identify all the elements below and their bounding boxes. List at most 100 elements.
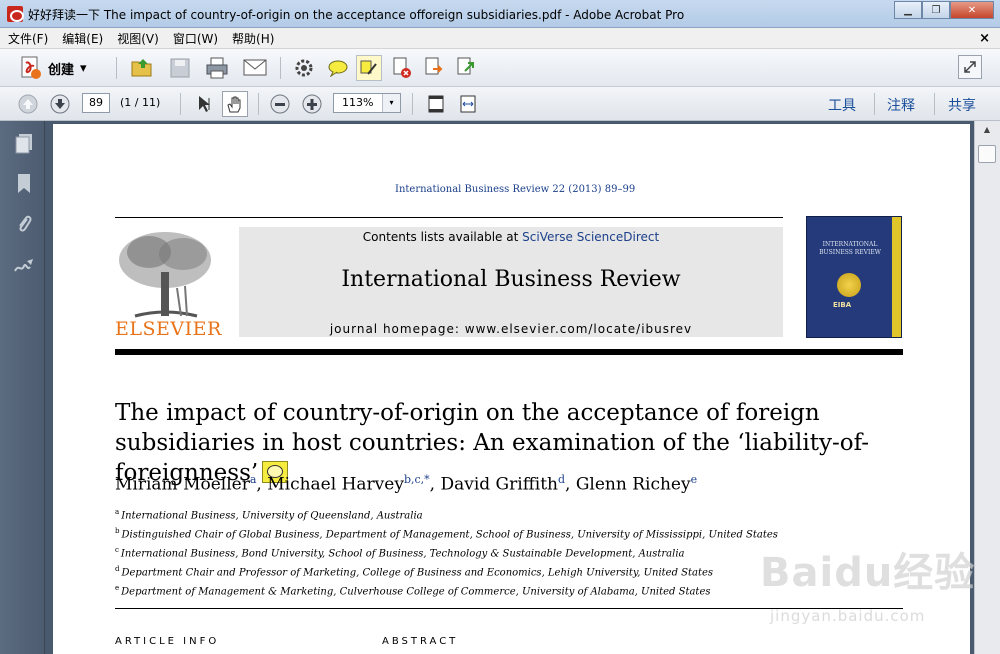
article-info-heading: ARTICLE INFO — [115, 636, 220, 647]
affiliation-text: International Business, University of Qu… — [121, 510, 423, 522]
menu-bar: 文件(F) 编辑(E) 视图(V) 窗口(W) 帮助(H) × — [0, 28, 1000, 49]
chevron-down-icon: ▾ — [80, 60, 87, 76]
zoom-out-icon[interactable] — [268, 92, 292, 116]
toolbar-divider — [116, 57, 117, 79]
open-folder-icon[interactable] — [130, 55, 156, 81]
gear-icon[interactable] — [292, 57, 316, 79]
elsevier-tree-logo — [119, 232, 211, 318]
zoom-select[interactable]: 113% ▾ — [333, 93, 401, 113]
chevron-down-icon[interactable]: ▾ — [382, 94, 400, 112]
attachments-icon[interactable] — [12, 211, 36, 237]
author-separator: , — [256, 474, 268, 495]
menu-window[interactable]: 窗口(W) — [173, 30, 218, 47]
author-name: Miriam Moeller — [115, 474, 250, 495]
elsevier-wordmark: ELSEVIER — [115, 318, 222, 340]
author-list: Miriam Moellera, Michael Harveyb,c,*, Da… — [115, 473, 915, 495]
journal-cover-image: INTERNATIONAL BUSINESS REVIEW EIBA — [806, 216, 902, 338]
masthead-rule — [115, 349, 903, 355]
create-button[interactable]: 创建 ▾ — [20, 56, 87, 80]
contents-prefix: Contents lists available at — [362, 230, 523, 244]
sciverse-link[interactable]: SciVerse ScienceDirect — [522, 230, 659, 244]
author-affil-link[interactable]: b,c,* — [404, 473, 430, 486]
journal-reference: International Business Review 22 (2013) … — [395, 184, 636, 195]
abstract-heading: ABSTRACT — [382, 636, 459, 647]
export-page-icon[interactable] — [422, 56, 446, 80]
author-affil-link[interactable]: d — [558, 473, 565, 486]
author-separator: , — [429, 474, 441, 495]
close-button[interactable]: ✕ — [950, 1, 994, 19]
author-name: David Griffith — [440, 474, 558, 495]
toolbar-divider — [874, 93, 875, 115]
author-name: Glenn Richey — [575, 474, 691, 495]
window-title: 好好拜读一下 The impact of country-of-origin o… — [28, 8, 685, 22]
affiliation-text: Department Chair and Professor of Market… — [121, 567, 714, 579]
affiliation-marker: b — [115, 527, 120, 536]
journal-homepage: journal homepage: www.elsevier.com/locat… — [329, 322, 693, 336]
share-pane-button[interactable]: 共享 — [948, 95, 976, 115]
bookmarks-icon[interactable] — [12, 171, 36, 197]
fit-width-icon[interactable] — [456, 92, 480, 116]
affiliation-text: Department of Management & Marketing, Cu… — [121, 586, 711, 598]
contents-line: Contents lists available at SciVerse Sci… — [239, 230, 783, 244]
scroll-thumb[interactable] — [978, 145, 996, 163]
expand-fullscreen-icon[interactable] — [958, 55, 982, 79]
acrobat-app-icon — [7, 6, 24, 22]
zoom-value: 113% — [342, 96, 374, 109]
toolbar-divider — [934, 93, 935, 115]
page-count: (1 / 11) — [120, 96, 161, 109]
document-close-button[interactable]: × — [979, 31, 990, 46]
extract-page-icon[interactable] — [454, 56, 478, 80]
delete-page-icon[interactable] — [390, 56, 414, 80]
menu-file[interactable]: 文件(F) — [8, 30, 48, 47]
author-separator: , — [565, 474, 576, 495]
cover-title: INTERNATIONAL BUSINESS REVIEW — [819, 241, 881, 256]
comment-pane-button[interactable]: 注释 — [887, 95, 915, 115]
navigation-toolbar: 89 (1 / 11) 113% ▾ 工具 注释 共享 — [0, 87, 1000, 121]
title-bar: 好好拜读一下 The impact of country-of-origin o… — [0, 0, 1000, 28]
toolbar-divider — [180, 93, 181, 115]
journal-banner: Contents lists available at SciVerse Sci… — [239, 227, 783, 337]
affiliation-marker: e — [115, 584, 120, 593]
restore-button[interactable]: ❐ — [922, 1, 950, 19]
affiliation-marker: c — [115, 546, 119, 555]
page-number-input[interactable]: 89 — [82, 93, 110, 113]
previous-page-icon[interactable] — [16, 92, 40, 116]
minimize-button[interactable]: ▁ — [894, 1, 922, 19]
affiliation-item: a International Business, University of Q… — [115, 505, 915, 524]
affiliation-text: Distinguished Chair of Global Business, … — [121, 529, 778, 541]
highlight-text-icon[interactable] — [356, 55, 382, 81]
toolbar-divider — [258, 93, 259, 115]
baidu-watermark-url: jingyan.baidu.com — [770, 607, 926, 625]
navigation-pane — [0, 121, 45, 654]
hand-tool-icon[interactable] — [222, 91, 248, 117]
page-thumbnails-icon[interactable] — [12, 131, 36, 157]
print-icon[interactable] — [204, 56, 230, 80]
vertical-scrollbar[interactable]: ▲ — [974, 121, 1000, 654]
author-affil-link[interactable]: e — [691, 473, 698, 486]
menu-help[interactable]: 帮助(H) — [232, 30, 274, 47]
affiliation-text: International Business, Bond University,… — [120, 548, 685, 560]
affiliation-marker: a — [115, 508, 120, 516]
toolbar-divider — [412, 93, 413, 115]
comment-bubble-icon[interactable] — [326, 57, 350, 79]
menu-edit[interactable]: 编辑(E) — [62, 30, 103, 47]
next-page-icon[interactable] — [48, 92, 72, 116]
zoom-in-icon[interactable] — [300, 92, 324, 116]
journal-title: International Business Review — [341, 267, 681, 292]
scroll-up-arrow-icon[interactable]: ▲ — [979, 125, 995, 141]
save-icon[interactable] — [168, 56, 192, 80]
tools-pane-button[interactable]: 工具 — [828, 95, 856, 115]
toolbar-divider — [280, 57, 281, 79]
cover-badge: EIBA — [833, 301, 852, 309]
affiliation-marker: d — [115, 565, 120, 574]
menu-view[interactable]: 视图(V) — [117, 30, 159, 47]
email-icon[interactable] — [242, 56, 268, 80]
create-label: 创建 — [48, 62, 75, 78]
select-cursor-icon[interactable] — [192, 92, 216, 116]
author-name: Michael Harvey — [267, 474, 404, 495]
signatures-icon[interactable] — [12, 253, 36, 279]
fit-page-icon[interactable] — [424, 92, 448, 116]
cover-globe-icon — [837, 273, 861, 297]
header-rule — [115, 217, 783, 218]
baidu-watermark: Baidu经验 — [760, 550, 976, 596]
